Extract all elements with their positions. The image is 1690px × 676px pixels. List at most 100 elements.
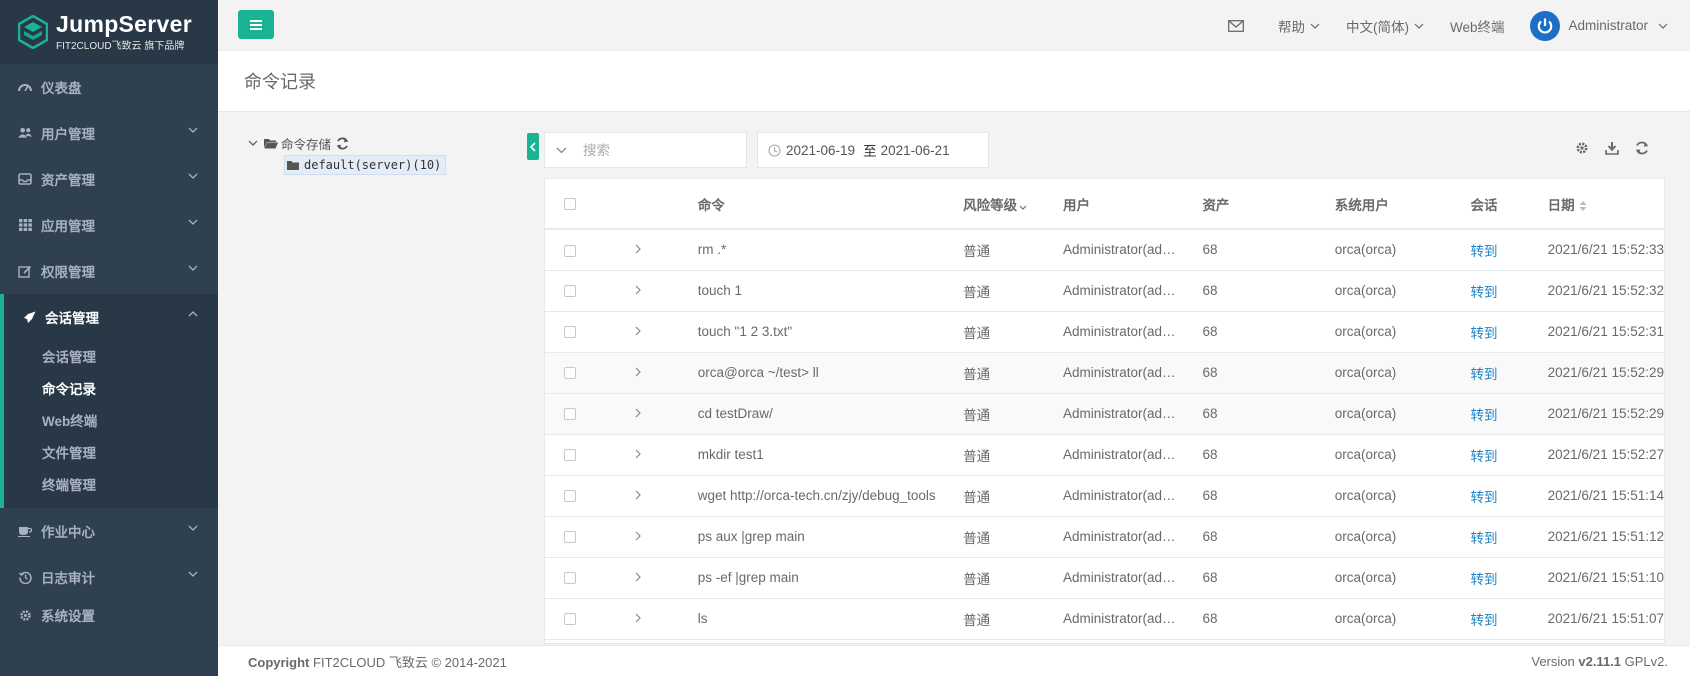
chevron-down-icon[interactable] bbox=[248, 140, 258, 146]
chevron-down-icon bbox=[188, 127, 198, 133]
sidebar-item-label: 会话管理 bbox=[45, 311, 99, 326]
sidebar-item-permissions[interactable]: 权限管理 bbox=[0, 248, 218, 294]
chevron-right-icon[interactable] bbox=[635, 613, 641, 623]
goto-session-link[interactable]: 转到 bbox=[1470, 449, 1497, 464]
row-checkbox[interactable] bbox=[564, 326, 576, 339]
goto-session-link[interactable]: 转到 bbox=[1470, 531, 1497, 546]
help-dropdown[interactable]: 帮助 bbox=[1278, 16, 1320, 36]
header-asset[interactable]: 资产 bbox=[1202, 179, 1335, 230]
sidebar-item-users[interactable]: 用户管理 bbox=[0, 110, 218, 156]
envelope-icon bbox=[1228, 19, 1244, 32]
refresh-button[interactable] bbox=[1634, 140, 1650, 156]
goto-session-link[interactable]: 转到 bbox=[1470, 244, 1497, 259]
cell-command: cd testDraw/ bbox=[697, 393, 964, 435]
chevron-down-icon bbox=[1310, 23, 1320, 29]
header-date[interactable]: 日期 bbox=[1547, 179, 1664, 230]
table-row: touch "1 2 3.txt" 普通 Administrator(ad… 68 or… bbox=[545, 311, 1664, 353]
cell-system-user: orca(orca) bbox=[1334, 352, 1471, 394]
header-session[interactable]: 会话 bbox=[1470, 179, 1548, 230]
tree-root[interactable]: 命令存储 bbox=[248, 134, 446, 152]
export-button[interactable] bbox=[1604, 140, 1620, 156]
chevron-right-icon[interactable] bbox=[635, 490, 641, 500]
row-checkbox[interactable] bbox=[564, 408, 576, 421]
tree-node-default[interactable]: default(server)(10) bbox=[284, 155, 447, 175]
cell-date: 2021/6/21 15:52:32 bbox=[1547, 270, 1664, 312]
cell-session: 转到 bbox=[1470, 311, 1548, 353]
goto-session-link[interactable]: 转到 bbox=[1470, 367, 1497, 382]
row-checkbox[interactable] bbox=[564, 367, 576, 380]
date-from[interactable]: 2021-06-19 bbox=[786, 143, 855, 158]
username-label: Administrator bbox=[1568, 18, 1648, 33]
date-to[interactable]: 2021-06-21 bbox=[881, 143, 950, 158]
chevron-right-icon[interactable] bbox=[635, 285, 641, 295]
row-checkbox[interactable] bbox=[564, 244, 576, 257]
cell-risk: 普通 bbox=[963, 475, 1063, 517]
search-input[interactable] bbox=[583, 142, 733, 158]
cell-user: Administrator(ad… bbox=[1062, 516, 1203, 558]
chevron-right-icon[interactable] bbox=[635, 572, 641, 582]
header-command[interactable]: 命令 bbox=[697, 179, 964, 230]
sidebar-subitem-sessions[interactable]: 会话管理 bbox=[4, 340, 218, 372]
table-row: rm .* 普通 Administrator(ad… 68 orca(orca) 转到 20… bbox=[545, 229, 1664, 271]
chevron-right-icon[interactable] bbox=[635, 244, 641, 254]
goto-session-link[interactable]: 转到 bbox=[1470, 490, 1497, 505]
row-checkbox[interactable] bbox=[564, 490, 576, 503]
web-terminal-link[interactable]: Web终端 bbox=[1450, 16, 1505, 36]
version-info: Version v2.11.1 GPLv2. bbox=[1531, 654, 1668, 669]
cell-date: 2021/6/21 15:51:14 bbox=[1547, 475, 1664, 517]
cell-asset: 68 bbox=[1202, 393, 1335, 435]
chevron-right-icon[interactable] bbox=[635, 449, 641, 459]
logo-area[interactable]: JumpServer FIT2CLOUD飞致云 旗下品牌 bbox=[0, 0, 218, 64]
chevron-down-icon bbox=[188, 525, 198, 531]
sidebar-item-applications[interactable]: 应用管理 bbox=[0, 202, 218, 248]
copyright: Copyright FIT2CLOUD 飞致云 © 2014-2021 bbox=[248, 652, 507, 671]
messages-button[interactable] bbox=[1228, 19, 1244, 32]
sidebar-item-settings[interactable]: 系统设置 bbox=[0, 592, 218, 638]
chevron-right-icon[interactable] bbox=[635, 408, 641, 418]
row-checkbox[interactable] bbox=[564, 572, 576, 585]
chevron-up-icon bbox=[188, 311, 198, 317]
user-dropdown[interactable]: Administrator bbox=[1530, 10, 1668, 41]
goto-session-link[interactable]: 转到 bbox=[1470, 572, 1497, 587]
row-checkbox[interactable] bbox=[564, 613, 576, 626]
sidebar-item-assets[interactable]: 资产管理 bbox=[0, 156, 218, 202]
history-icon bbox=[18, 570, 32, 584]
sidebar-subitem-file-management[interactable]: 文件管理 bbox=[4, 436, 218, 468]
brand-subtitle: FIT2CLOUD飞致云 旗下品牌 bbox=[56, 41, 185, 52]
cell-command: wget http://orca-tech.cn/zjy/debug_tools bbox=[697, 475, 964, 517]
chevron-right-icon[interactable] bbox=[635, 367, 641, 377]
header-risk[interactable]: 风险等级 bbox=[963, 179, 1063, 230]
cell-date: 2021/6/21 15:52:27 bbox=[1547, 434, 1664, 476]
refresh-icon[interactable] bbox=[336, 137, 349, 150]
sidebar-subitem-web-terminal[interactable]: Web终端 bbox=[4, 404, 218, 436]
goto-session-link[interactable]: 转到 bbox=[1470, 613, 1497, 628]
sidebar-item-sessions[interactable]: 会话管理 bbox=[4, 294, 218, 340]
users-icon bbox=[18, 126, 32, 140]
sidebar-item-jobs[interactable]: 作业中心 bbox=[0, 508, 218, 554]
row-checkbox[interactable] bbox=[564, 531, 576, 544]
language-dropdown[interactable]: 中文(简体) bbox=[1346, 16, 1424, 36]
row-checkbox[interactable] bbox=[564, 449, 576, 462]
sidebar-toggle-button[interactable] bbox=[238, 10, 274, 39]
goto-session-link[interactable]: 转到 bbox=[1470, 326, 1497, 341]
select-all-checkbox[interactable] bbox=[564, 198, 576, 211]
tree-collapse-button[interactable] bbox=[527, 133, 539, 160]
sidebar-subitem-terminal-management[interactable]: 终端管理 bbox=[4, 468, 218, 500]
header-user[interactable]: 用户 bbox=[1062, 179, 1203, 230]
row-checkbox[interactable] bbox=[564, 285, 576, 298]
goto-session-link[interactable]: 转到 bbox=[1470, 285, 1497, 300]
dashboard-icon bbox=[18, 80, 32, 94]
goto-session-link[interactable]: 转到 bbox=[1470, 408, 1497, 423]
settings-button[interactable] bbox=[1574, 140, 1590, 156]
search-field-dropdown[interactable] bbox=[545, 133, 577, 167]
date-range-picker[interactable]: 2021-06-19 至 2021-06-21 bbox=[757, 132, 989, 168]
top-navbar: 帮助 中文(简体) Web终端 Administrator bbox=[218, 0, 1690, 51]
download-icon bbox=[1605, 142, 1619, 155]
sidebar-item-dashboard[interactable]: 仪表盘 bbox=[0, 64, 218, 110]
sidebar-subitem-commands[interactable]: 命令记录 bbox=[4, 372, 218, 404]
header-system-user[interactable]: 系统用户 bbox=[1334, 179, 1471, 230]
cell-date: 2021/6/21 15:52:31 bbox=[1547, 311, 1664, 353]
chevron-right-icon[interactable] bbox=[635, 326, 641, 336]
header-date-label: 日期 bbox=[1547, 197, 1575, 213]
chevron-right-icon[interactable] bbox=[635, 531, 641, 541]
